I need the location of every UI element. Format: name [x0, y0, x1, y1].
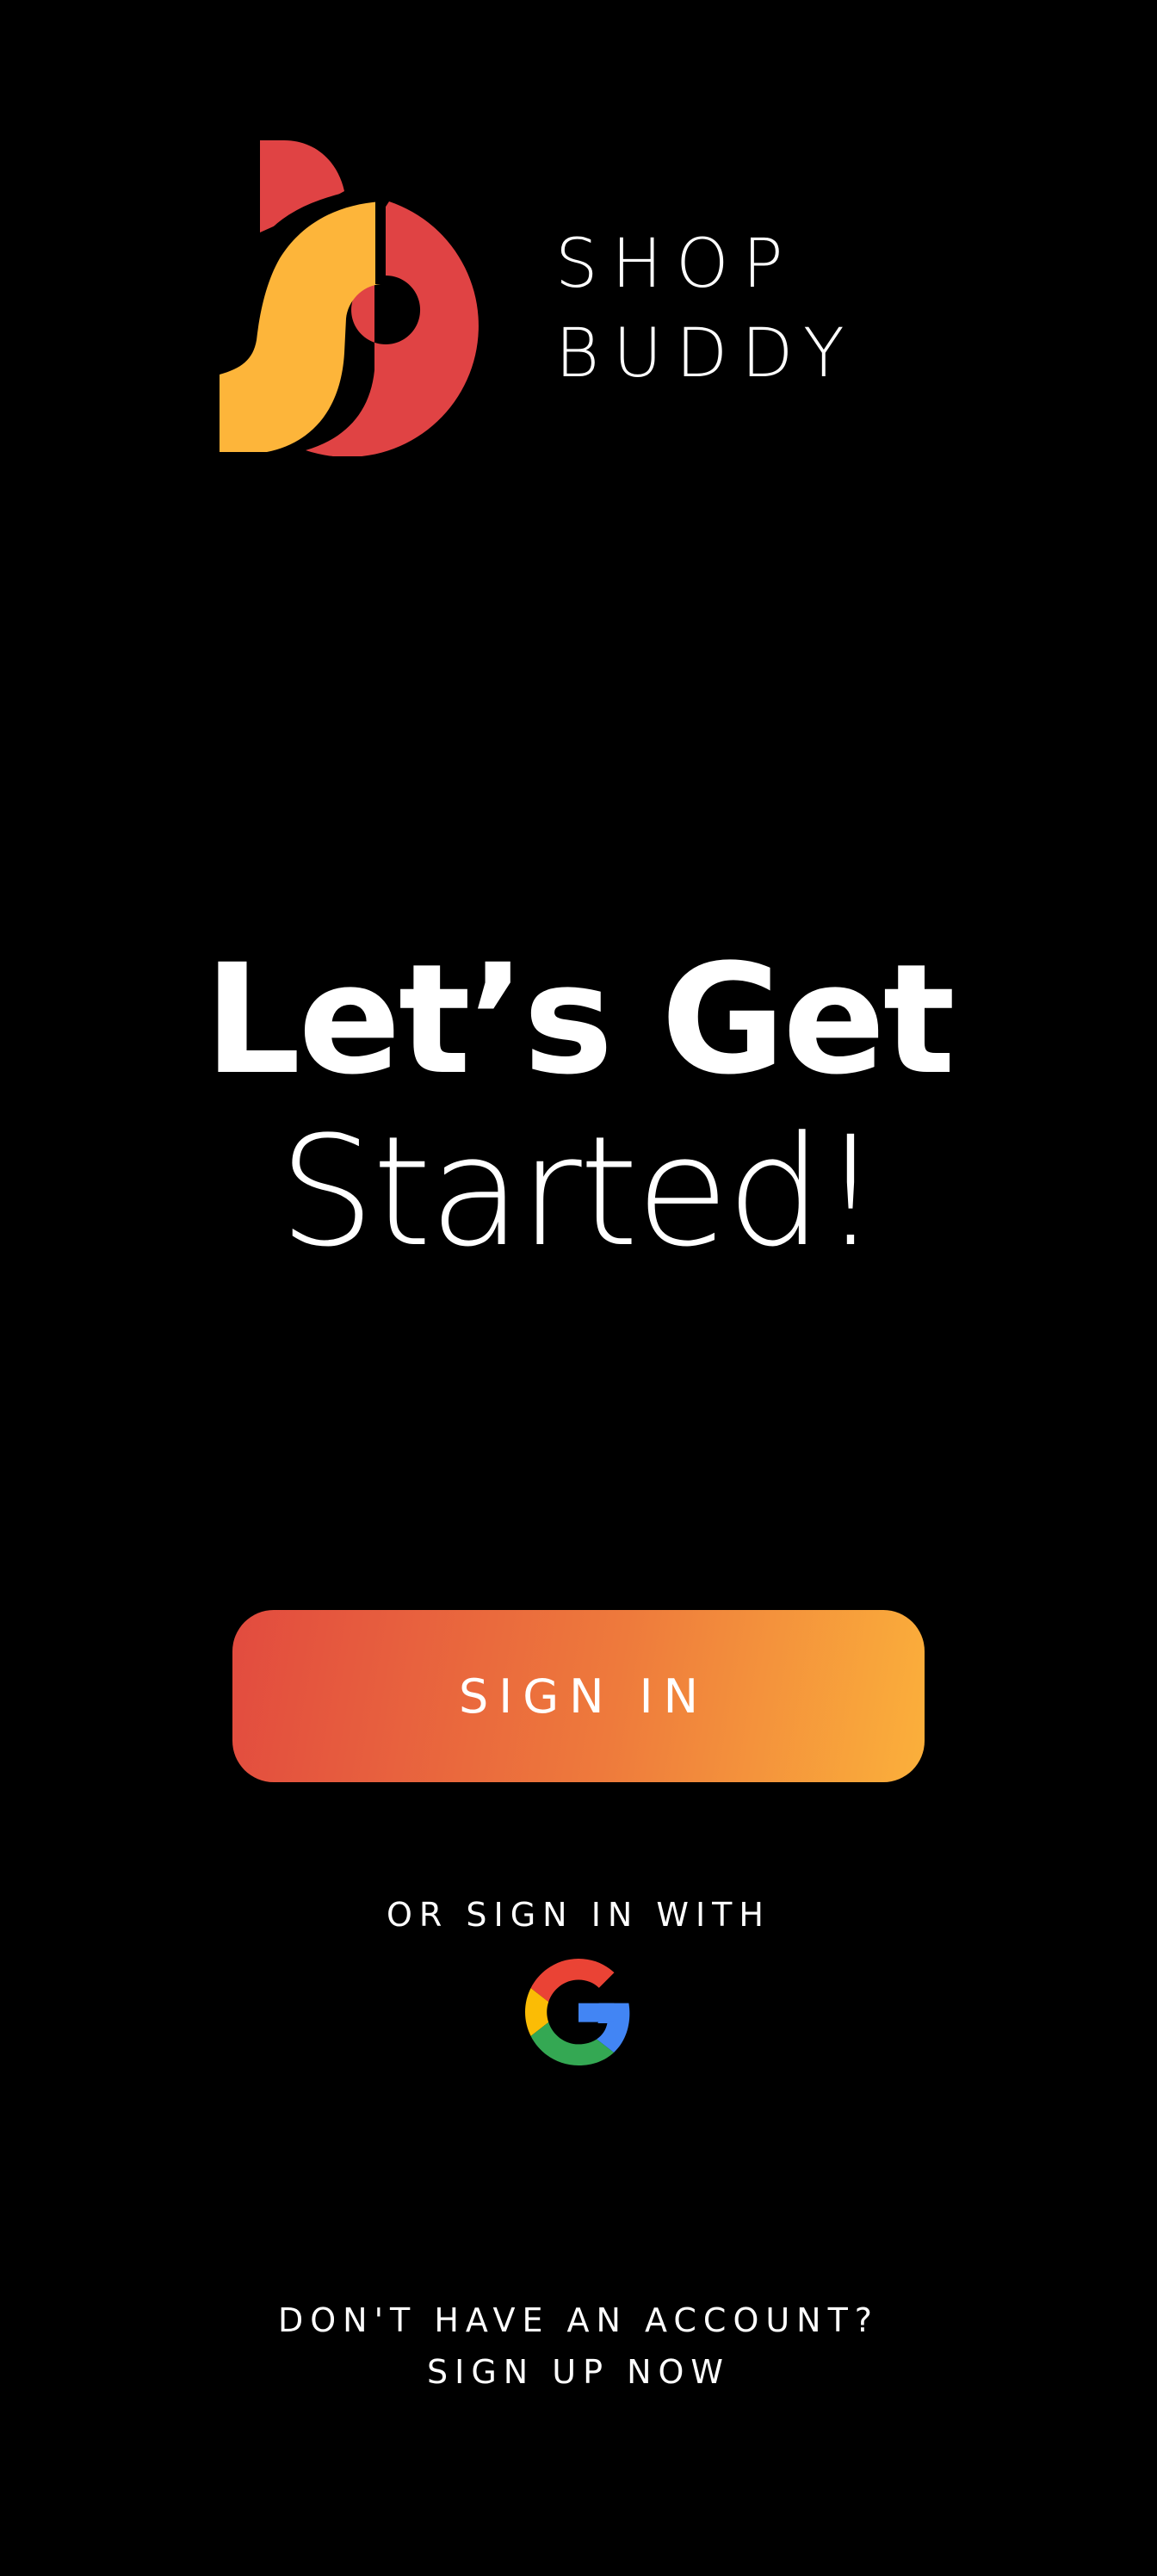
sign-in-button[interactable]: SIGN IN: [232, 1610, 925, 1782]
shop-buddy-logo-icon: [220, 140, 479, 456]
headline-light-line: Started!: [278, 1104, 882, 1280]
alternate-sign-in-label: OR SIGN IN WITH: [387, 1896, 770, 1934]
brand-name: SHOP BUDDY: [555, 220, 858, 399]
brand-name-line1: SHOP: [555, 226, 797, 303]
sign-up-link[interactable]: SIGN UP NOW: [0, 2346, 1157, 2398]
sign-up-prompt: DON'T HAVE AN ACCOUNT? SIGN UP NOW: [0, 2294, 1157, 2398]
page-title: Let’s Get Started!: [0, 934, 1157, 1279]
google-icon[interactable]: [525, 1959, 632, 2065]
no-account-text: DON'T HAVE AN ACCOUNT?: [278, 2301, 879, 2339]
headline-bold-line: Let’s Get: [204, 932, 956, 1108]
brand-name-line2: BUDDY: [555, 315, 858, 393]
sign-in-button-label: SIGN IN: [459, 1669, 708, 1724]
